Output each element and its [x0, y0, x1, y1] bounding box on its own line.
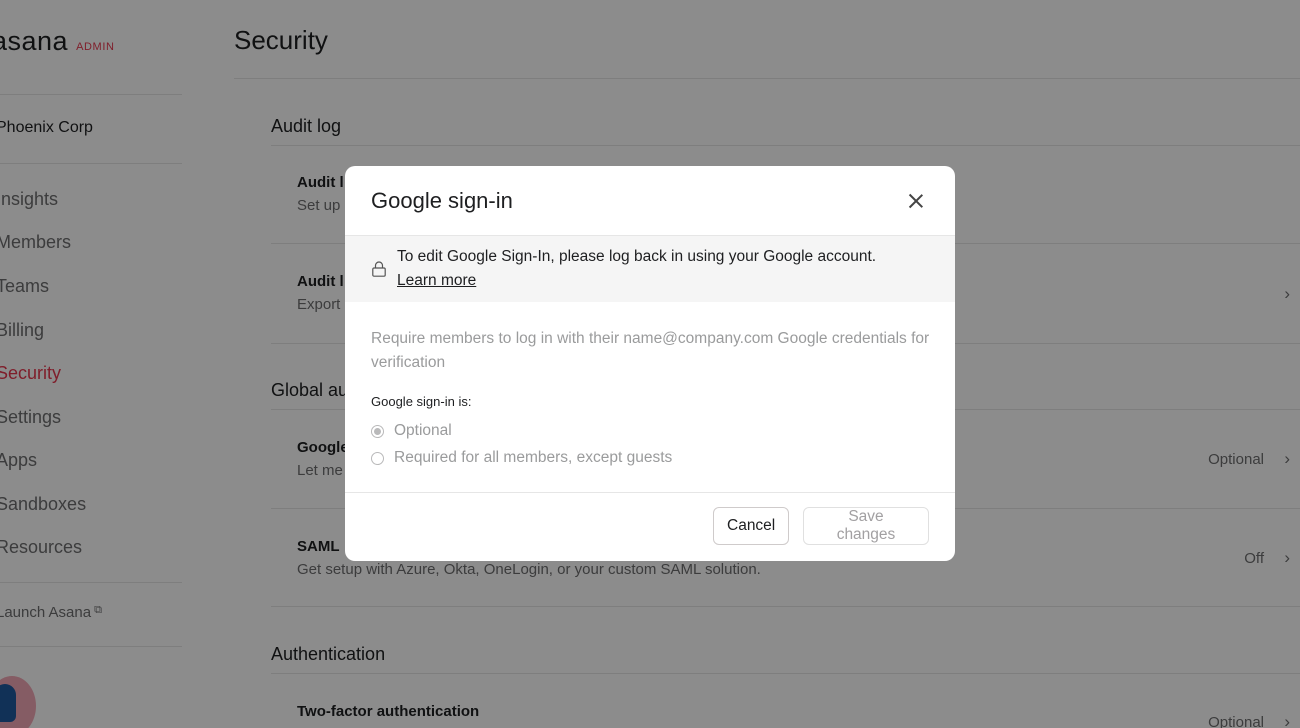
radio-button[interactable]: [371, 424, 384, 438]
close-icon[interactable]: [905, 190, 927, 212]
google-signin-modal: Google sign-in To edit Google Sign-In, p…: [345, 166, 955, 561]
save-changes-button[interactable]: Save changes: [803, 507, 929, 545]
modal-footer-divider: [345, 492, 955, 493]
radio-option-required[interactable]: Required for all members, except guests: [371, 449, 672, 467]
app-page: asana ADMIN Phoenix Corp Insights Member…: [0, 0, 1300, 728]
radio-option-optional[interactable]: Optional: [371, 422, 452, 440]
lock-icon: [372, 261, 386, 277]
radio-label: Optional: [394, 422, 452, 439]
modal-title: Google sign-in: [371, 188, 513, 213]
modal-description: Require members to log in with their nam…: [371, 330, 930, 371]
radio-button[interactable]: [371, 451, 384, 465]
radio-label: Required for all members, except guests: [394, 449, 673, 466]
notice-text: To edit Google Sign-In, please log back …: [397, 248, 877, 265]
learn-more-link[interactable]: Learn more: [397, 272, 476, 290]
signin-mode-label: Google sign-in is:: [371, 394, 472, 409]
login-notice-banner: To edit Google Sign-In, please log back …: [345, 235, 955, 302]
cancel-button[interactable]: Cancel: [713, 507, 789, 545]
